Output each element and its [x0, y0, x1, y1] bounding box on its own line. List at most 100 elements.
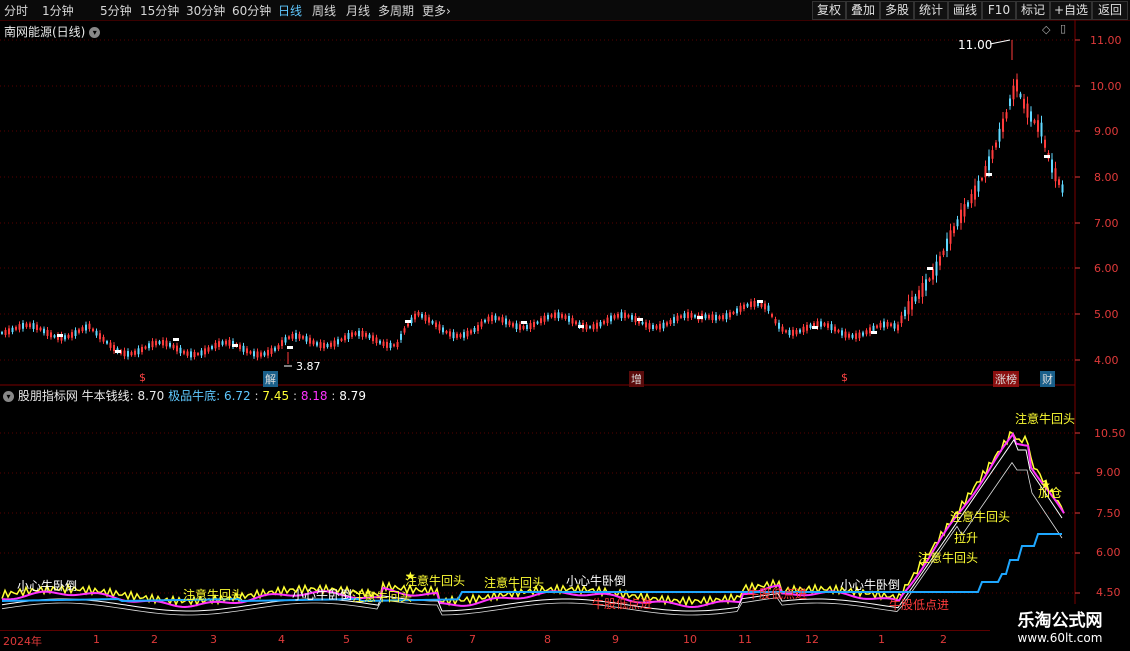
candle-body — [25, 323, 28, 328]
event-marker-unlock[interactable]: 解 — [263, 371, 278, 387]
indicator-panel-header: ▾ 股朋指标网 牛本钱线: 8.70 极品牛底: 6.72 : 7.45 : 8… — [3, 387, 366, 404]
candle-body — [781, 326, 784, 332]
candle-body — [617, 313, 619, 318]
candle-body — [907, 301, 910, 315]
candle-body — [109, 342, 112, 348]
candle-body — [484, 319, 486, 323]
candle-body — [970, 194, 973, 204]
candle-body — [452, 332, 455, 339]
candle-body — [221, 341, 224, 345]
candle-body — [939, 256, 941, 266]
time-axis-label: 2024年 — [3, 635, 42, 648]
candle-body — [676, 315, 679, 321]
candle-body — [571, 318, 574, 324]
candle-body — [694, 314, 696, 318]
candle-body — [130, 352, 133, 356]
candle-body — [333, 340, 336, 347]
candle-body — [207, 347, 210, 352]
candle-body — [337, 339, 339, 345]
candle-body — [501, 317, 504, 323]
candle-body — [431, 320, 434, 324]
candle-body — [589, 326, 591, 329]
candle-body — [88, 323, 91, 329]
price-axis-label: 5.00 — [1094, 308, 1119, 321]
candle-body — [519, 324, 521, 330]
high-price-arrow — [989, 39, 1011, 45]
candle-body — [683, 313, 686, 318]
candle-body — [711, 314, 714, 321]
signal-careful-bull: 小心牛卧倒 — [17, 579, 78, 593]
candle-body — [914, 296, 917, 302]
candle-body — [1005, 112, 1008, 119]
candle-body — [326, 343, 329, 348]
candle-body — [1009, 98, 1011, 106]
candle-body — [351, 332, 353, 337]
candle-body — [956, 219, 959, 227]
candle-body — [771, 314, 773, 317]
candle-body — [886, 322, 889, 327]
candle-body — [155, 340, 157, 346]
candle-body — [249, 351, 252, 354]
candle-body — [820, 321, 822, 327]
time-axis-label: 3 — [210, 633, 217, 646]
dropdown-circle-icon[interactable]: ▾ — [89, 27, 101, 38]
candle-body — [1040, 122, 1043, 137]
candle-body — [281, 340, 283, 347]
candle-body — [151, 341, 154, 348]
candle-body — [666, 322, 668, 326]
candle-body — [988, 156, 990, 171]
panel-menu-icon[interactable]: ▯ — [1060, 22, 1066, 35]
event-marker-financial[interactable]: 财 — [1040, 371, 1055, 387]
candle-body — [78, 329, 80, 333]
event-marker-increase[interactable]: 增 — [629, 371, 644, 387]
candle-body — [753, 300, 756, 307]
doji-marker — [637, 318, 643, 321]
candle-body — [722, 315, 724, 320]
candle-body — [995, 142, 997, 148]
candle-body — [186, 351, 189, 356]
event-marker-dividend[interactable]: $ — [137, 371, 148, 384]
indicator-name[interactable]: 股朋指标网 — [18, 389, 78, 403]
bull-bottom-value: 6.72 — [223, 389, 251, 403]
diamond-icon[interactable]: ◇ — [1042, 23, 1050, 36]
candle-body — [361, 330, 364, 337]
candle-body — [95, 330, 98, 336]
candle-body — [543, 315, 546, 322]
candle-body — [613, 315, 616, 319]
event-marker-dividend[interactable]: $ — [839, 371, 850, 384]
event-marker-limit-up-list[interactable]: 涨榜 — [993, 371, 1019, 387]
candle-body — [211, 346, 213, 349]
candle-body — [456, 333, 458, 338]
candle-body — [1002, 118, 1004, 132]
candle-body — [477, 325, 479, 331]
candle-body — [134, 350, 136, 355]
signal-warn-bull: 注意牛回头 — [1015, 412, 1076, 426]
candle-body — [1026, 103, 1029, 118]
signal-add-position: 加仓 — [1038, 486, 1063, 500]
candle-body — [830, 324, 833, 331]
candle-body — [946, 238, 948, 251]
candle-body — [788, 330, 791, 336]
dropdown-circle-icon[interactable]: ▾ — [3, 391, 14, 402]
candle-body — [893, 323, 896, 329]
candle-body — [669, 320, 672, 325]
candle-body — [718, 316, 721, 320]
doji-marker — [173, 338, 179, 341]
candle-body — [687, 312, 689, 319]
candle-body — [354, 332, 357, 336]
candle-body — [732, 311, 735, 314]
site-watermark: 乐淘公式网 www.60lt.com — [990, 604, 1130, 650]
candle-body — [641, 321, 644, 325]
doji-marker — [57, 334, 63, 337]
doji-marker — [871, 331, 877, 334]
candle-body — [29, 323, 31, 328]
candle-body — [498, 317, 500, 320]
candle-body — [473, 327, 476, 332]
candle-body — [284, 337, 287, 343]
candle-body — [176, 345, 178, 352]
candle-body — [904, 309, 906, 317]
candle-body — [298, 333, 301, 339]
time-axis-label: 11 — [738, 633, 752, 646]
doji-marker — [232, 344, 238, 347]
candle-body — [372, 335, 374, 342]
